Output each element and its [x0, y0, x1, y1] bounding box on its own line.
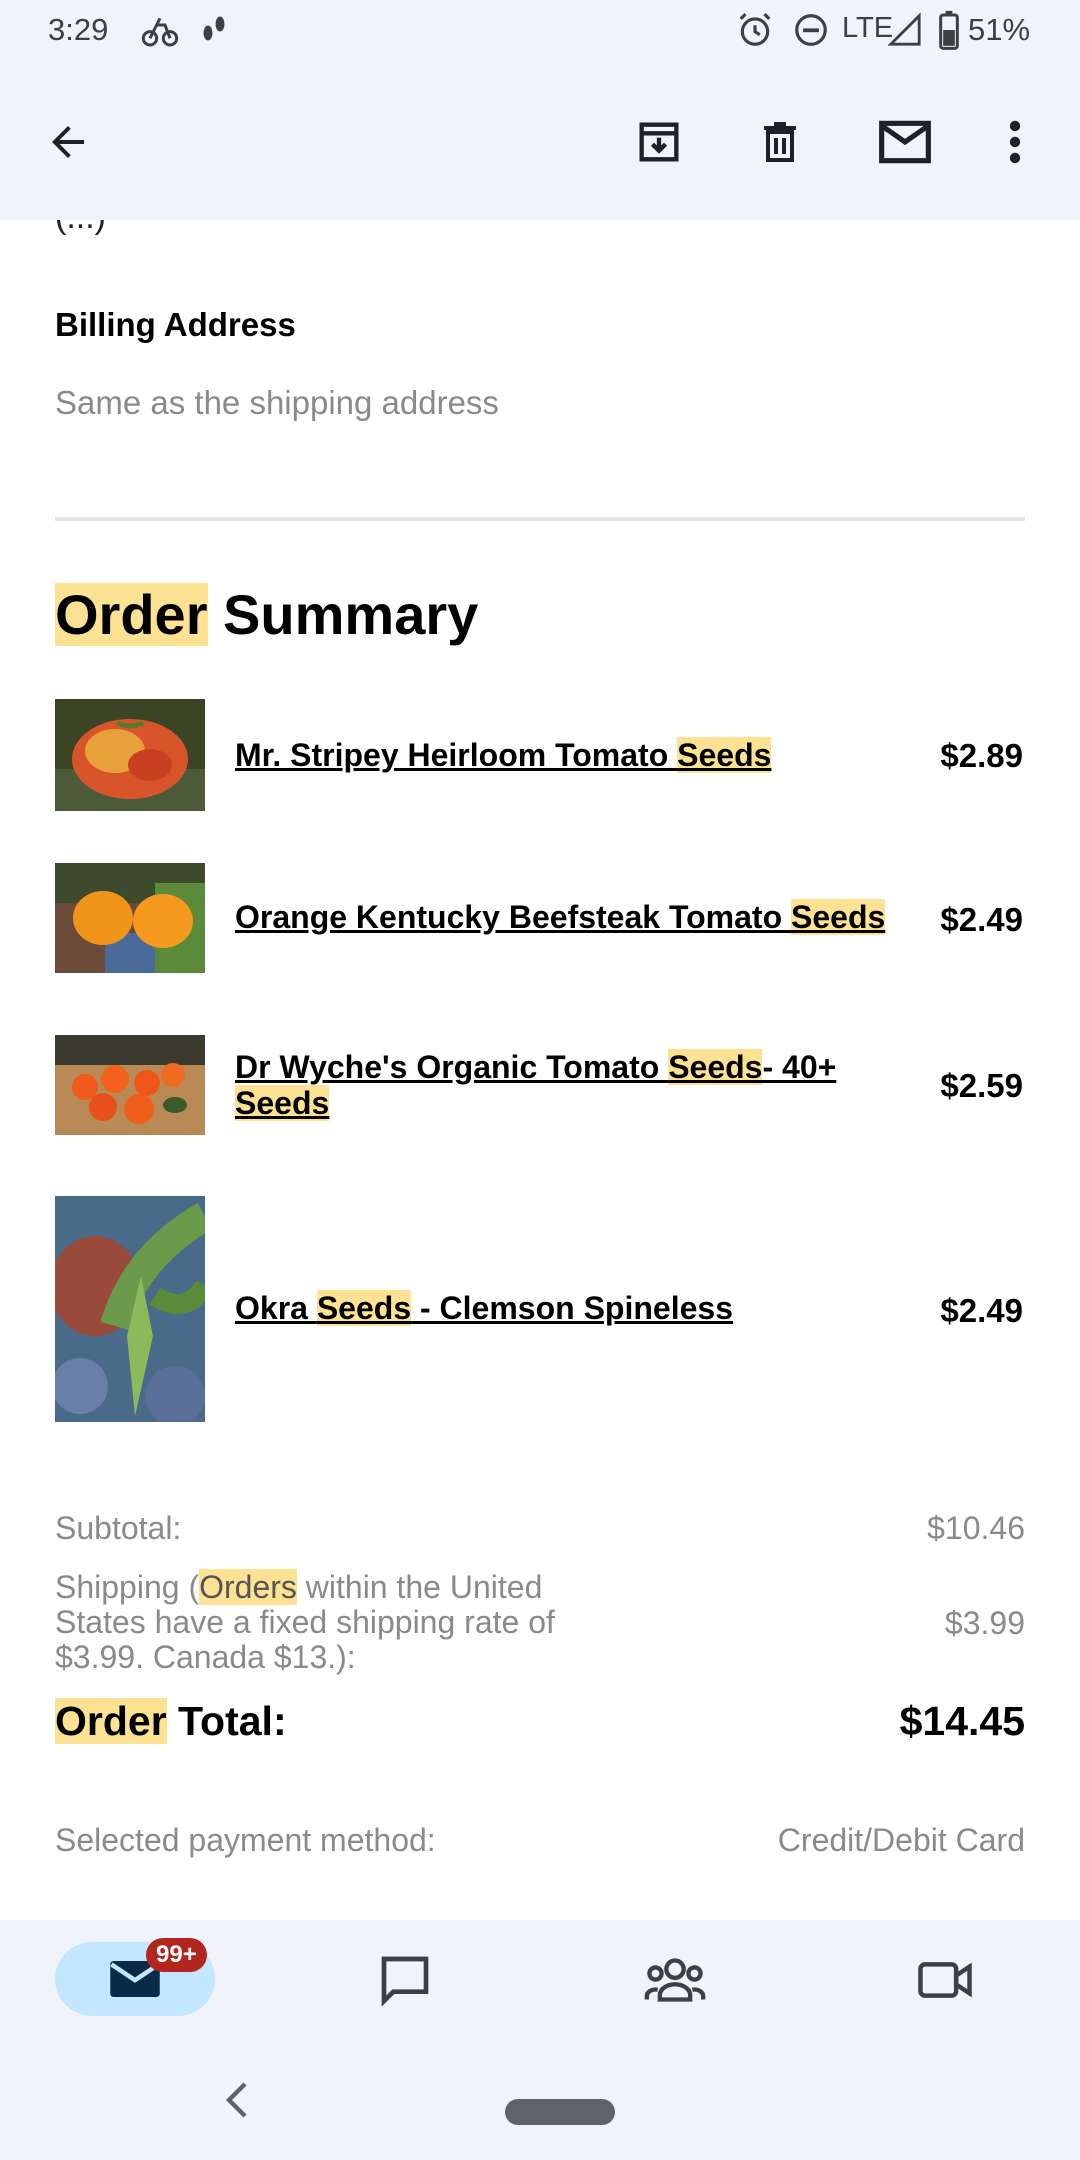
email-body: (...) Billing Address Same as the shippi…: [0, 220, 1080, 1920]
billing-address-value: Same as the shipping address: [55, 384, 499, 421]
archive-icon: [639, 122, 679, 162]
product-image[interactable]: [55, 1035, 205, 1135]
arrow-back-icon: [52, 126, 84, 158]
battery-icon: [936, 10, 962, 58]
battery-percent: 51%: [968, 12, 1031, 47]
order-total-label: Order Total:: [55, 1698, 287, 1744]
system-back-button[interactable]: [222, 2080, 252, 2125]
subtotal-label: Subtotal:: [55, 1510, 182, 1546]
payment-method-label: Selected payment method:: [55, 1822, 436, 1858]
order-item: Mr. Stripey Heirloom Tomato Seeds $2.89: [55, 699, 1025, 811]
item-price: $2.49: [940, 901, 1023, 938]
nav-spaces-button[interactable]: [640, 1950, 710, 2010]
do-not-disturb-icon: [792, 10, 830, 58]
product-link[interactable]: Orange Kentucky Beefsteak Tomato Seeds: [235, 899, 886, 935]
subtotal-value: $10.46: [927, 1510, 1025, 1546]
item-price: $2.89: [940, 737, 1023, 774]
meet-icon: [918, 1962, 972, 1998]
more-vertical-icon: [1009, 120, 1021, 164]
search-highlight: Order: [55, 583, 208, 646]
status-bar: 3:29 LTE 51%: [0, 0, 1080, 62]
product-image[interactable]: [55, 863, 205, 973]
status-time: 3:29: [48, 12, 109, 47]
product-image[interactable]: [55, 1196, 205, 1422]
bottom-navigation: 99+: [0, 1920, 1080, 2160]
order-summary-heading: Order Summary: [55, 583, 479, 646]
alarm-icon: [736, 10, 774, 58]
bike-icon: [140, 10, 180, 58]
chevron-left-icon: [225, 2082, 247, 2118]
spaces-icon: [644, 1958, 706, 2002]
product-link[interactable]: Okra Seeds - Clemson Spineless: [235, 1290, 733, 1326]
network-type: LTE: [842, 12, 894, 44]
home-gesture-pill[interactable]: [505, 2099, 615, 2125]
product-image[interactable]: [55, 699, 205, 811]
trash-icon: [764, 122, 796, 162]
signal-icon: [887, 10, 922, 58]
nav-chat-button[interactable]: [370, 1950, 440, 2010]
billing-address-heading: Billing Address: [55, 306, 296, 343]
shipping-value: $3.99: [944, 1605, 1025, 1641]
delete-button[interactable]: [750, 112, 810, 172]
archive-button[interactable]: [629, 112, 689, 172]
item-price: $2.49: [940, 1292, 1023, 1329]
product-link[interactable]: Mr. Stripey Heirloom Tomato Seeds: [235, 737, 772, 773]
order-item: Okra Seeds - Clemson Spineless $2.49: [55, 1196, 1025, 1422]
mark-unread-button[interactable]: [870, 112, 940, 172]
product-link[interactable]: Dr Wyche's Organic Tomato Seeds- 40+ Seed…: [235, 1049, 885, 1121]
footsteps-icon: [196, 10, 232, 58]
order-item: Dr Wyche's Organic Tomato Seeds- 40+ Seed…: [55, 1035, 1025, 1135]
order-item: Orange Kentucky Beefsteak Tomato Seeds $…: [55, 863, 1025, 973]
back-button[interactable]: [38, 112, 98, 172]
chat-icon: [381, 1956, 429, 2007]
order-total-value: $14.45: [899, 1698, 1025, 1744]
nav-meet-button[interactable]: [910, 1950, 980, 2010]
shipping-label: Shipping (Orders within the United State…: [55, 1569, 555, 1675]
unread-badge: 99+: [146, 1938, 207, 1972]
item-price: $2.59: [940, 1067, 1023, 1104]
divider: [55, 517, 1025, 521]
payment-method-value: Credit/Debit Card: [777, 1822, 1025, 1858]
mail-icon: [879, 120, 931, 164]
more-options-button[interactable]: [985, 112, 1045, 172]
cutoff-text: (...): [55, 220, 106, 237]
top-app-bar: [0, 62, 1080, 220]
